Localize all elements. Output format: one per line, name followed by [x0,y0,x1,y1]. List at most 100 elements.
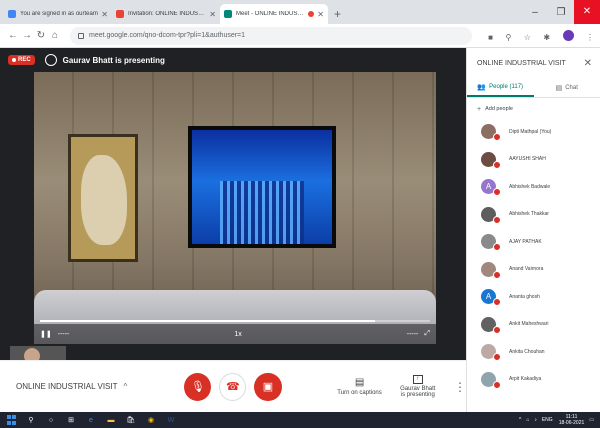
zoom-icon[interactable]: ⚲ [505,33,511,42]
network-icon[interactable]: ⌂ [526,417,529,423]
participant-list: Dipti Mathpal (You) AAYUSHI SHAH A Abhishek… [467,118,600,393]
muted-icon [493,215,501,224]
file-explorer-icon[interactable]: ▬ [106,415,116,425]
avatar [481,206,501,224]
close-panel-icon[interactable]: ✕ [584,58,592,69]
participant-row[interactable]: Dipti Mathpal (You) [467,118,600,146]
gmail-icon [116,10,124,18]
camera-toggle-button[interactable]: ▣ [254,372,282,401]
captions-button[interactable]: ▤ Turn on captions [332,377,388,396]
participant-name: Arpit Kakadiya [509,376,542,383]
muted-icon [493,133,501,142]
task-view-icon[interactable]: ⊞ [66,415,76,425]
time-right: ----- [406,330,419,338]
close-tab-icon[interactable]: ✕ [209,10,216,19]
participant-row[interactable]: A Abhishek Badwale [467,173,600,201]
tab-people-label: People (117) [489,83,524,90]
clock-date: 18-06-2021 [558,420,585,426]
star-icon[interactable]: ☆ [524,33,531,42]
system-tray: ^ ⌂ ♪ ENG 11:11 18-06-2021 ▭ [514,414,594,426]
more-options-icon[interactable]: ⋮ [454,380,466,394]
leave-call-button[interactable]: ☎ [219,372,247,401]
minimize-icon[interactable]: – [522,7,548,18]
volume-icon[interactable]: ♪ [534,417,537,423]
captions-label: Turn on captions [337,390,382,396]
shared-video[interactable]: ❚❚ ----- 1x ----- ⤢ [34,72,436,344]
meeting-name: ONLINE INDUSTRIAL VISIT [16,382,118,391]
participant-row[interactable]: Ankit Maheshwari [467,311,600,339]
url-field[interactable]: meet.google.com/qno-dcom-tpr?pli=1&authu… [70,26,473,45]
participant-row[interactable]: Ankita Chouhan [467,338,600,366]
present-button[interactable]: ↑ Gaurav Bhatt is presenting [396,375,440,398]
avatar [481,234,501,252]
avatar [481,344,501,362]
edge-icon[interactable]: e [86,415,96,425]
video-progress-bar[interactable] [40,320,430,322]
meeting-details-button[interactable]: ONLINE INDUSTRIAL VISIT ^ [16,382,180,391]
presentation-area: REC Gaurav Bhatt is presenting ❚❚ ----- … [0,48,466,360]
menu-icon[interactable]: ⋮ [586,33,594,42]
word-icon[interactable]: W [166,415,176,425]
notifications-icon[interactable]: ▭ [589,417,594,423]
tab-people[interactable]: 👥 People (117) [467,78,534,97]
avatar [481,316,501,334]
close-tab-icon[interactable]: ✕ [101,10,108,19]
tab-chat[interactable]: ▤ Chat [534,78,600,97]
close-tab-icon[interactable]: ✕ [317,10,324,19]
mic-toggle-button[interactable]: 🎙 [184,372,212,401]
panel-header: ONLINE INDUSTRIAL VISIT ✕ [467,48,600,78]
participant-row[interactable]: Arpit Kakadiya [467,366,600,394]
present-screen-icon: ↑ [412,375,423,384]
profile-avatar[interactable] [562,29,574,41]
close-window-icon[interactable]: ✕ [574,0,600,24]
presentation-icon [44,54,57,66]
windows-start-icon[interactable] [6,415,16,425]
cortana-icon[interactable]: ○ [46,415,56,425]
new-tab-button[interactable]: + [328,4,347,24]
restore-icon[interactable]: ❐ [548,7,574,18]
browser-tab-strip: You are signed in as ourteam ✕ Invitatio… [0,0,600,24]
recording-indicator-icon [308,11,315,17]
browser-tab-gmail[interactable]: Invitation: ONLINE INDUSTRIAL V ✕ [112,4,220,24]
people-icon: 👥 [477,83,487,91]
self-video-tile[interactable] [10,346,66,360]
participant-row[interactable]: Anand Vairnora [467,256,600,284]
reload-icon[interactable]: ↻ [34,30,48,41]
clock[interactable]: 11:11 18-06-2021 [559,414,585,426]
add-people-button[interactable]: + Add people [467,100,600,118]
language-indicator[interactable]: ENG [542,417,553,423]
participant-name: Ananta ghosh [509,293,540,300]
browser-tab-sites[interactable]: You are signed in as ourteam ✕ [4,4,112,24]
tab-title: Meet - ONLINE INDUSTRIAL [236,11,306,17]
avatar [481,371,501,389]
search-icon[interactable]: ⚲ [26,415,36,425]
back-icon[interactable]: ← [6,30,20,41]
participant-row[interactable]: AAYUSHI SHAH [467,146,600,174]
chevron-up-icon: ^ [123,382,128,391]
extensions-icon[interactable]: ✱ [543,33,550,42]
os-taskbar: ⚲ ○ ⊞ e ▬ 🛍 ◉ W ^ ⌂ ♪ ENG 11:11 18-06-20… [0,412,600,428]
pause-icon[interactable]: ❚❚ [40,330,52,338]
tray-chevron-icon[interactable]: ^ [519,417,521,423]
video-tv [188,126,336,248]
chrome-icon[interactable]: ◉ [146,415,156,425]
muted-icon [493,325,501,334]
captions-icon: ▤ [354,377,365,388]
tab-title: You are signed in as ourteam [20,11,98,17]
tab-chat-label: Chat [565,84,578,91]
mic-off-icon: 🎙 [190,381,205,393]
avatar: A [481,289,501,307]
muted-icon [493,353,501,362]
camera-icon[interactable]: ■ [488,33,493,42]
participant-row[interactable]: A Ananta ghosh [467,283,600,311]
store-icon[interactable]: 🛍 [126,415,136,425]
participant-row[interactable]: Abhishek Thakkar [467,201,600,229]
playback-speed[interactable]: 1x [234,331,241,338]
participant-row[interactable]: AJAY PATHAK [467,228,600,256]
home-icon[interactable]: ⌂ [48,30,62,41]
forward-icon[interactable]: → [20,30,34,41]
browser-tab-meet[interactable]: Meet - ONLINE INDUSTRIAL ✕ [220,4,328,24]
muted-icon [493,188,501,197]
avatar [481,151,501,169]
fullscreen-icon[interactable]: ⤢ [424,330,430,338]
